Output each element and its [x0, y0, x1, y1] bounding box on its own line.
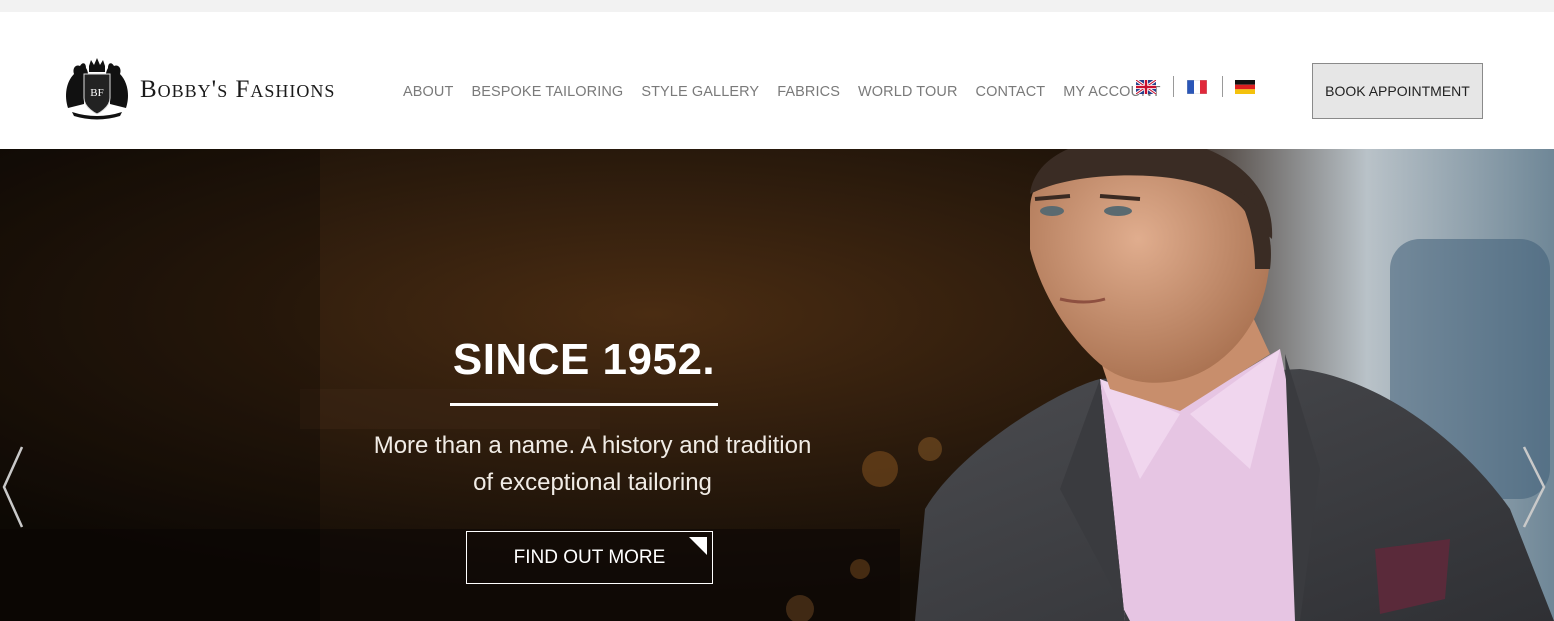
hero-subtitle: More than a name. A history and traditio…: [340, 427, 845, 501]
find-out-more-button[interactable]: FIND OUT MORE: [466, 531, 713, 584]
hero-slider: SINCE 1952. More than a name. A history …: [0, 149, 1554, 621]
nav-item-fabrics[interactable]: FABRICS: [777, 84, 840, 100]
nav-item-about[interactable]: ABOUT: [403, 84, 453, 100]
language-switcher: [1136, 76, 1255, 97]
nav-item-world-tour[interactable]: WORLD TOUR: [858, 84, 958, 100]
hero-title: SINCE 1952.: [452, 335, 716, 384]
nav-item-contact[interactable]: CONTACT: [976, 84, 1046, 100]
chevron-right-icon[interactable]: [1520, 445, 1550, 529]
corner-accent-icon: [689, 537, 707, 555]
chevron-left-icon[interactable]: [0, 445, 30, 529]
nav-item-bespoke-tailoring[interactable]: BESPOKE TAILORING: [471, 84, 623, 100]
hero-subtitle-line-1: More than a name. A history and traditio…: [373, 432, 812, 459]
site-header: BF Bobby's Fashions ABOUT BESPOKE TAILOR…: [0, 12, 1554, 149]
crest-icon: BF: [66, 58, 128, 120]
flag-divider: [1222, 76, 1223, 97]
flag-divider: [1173, 76, 1174, 97]
germany-flag-icon[interactable]: [1235, 79, 1255, 94]
brand-name: Bobby's Fashions: [140, 76, 336, 103]
top-strip: [0, 0, 1554, 12]
find-out-more-label: FIND OUT MORE: [513, 546, 666, 568]
hero-subtitle-line-2: of exceptional tailoring: [473, 469, 712, 496]
uk-flag-icon[interactable]: [1136, 79, 1156, 94]
main-nav: ABOUT BESPOKE TAILORING STYLE GALLERY FA…: [403, 84, 1179, 100]
brand-logo[interactable]: BF Bobby's Fashions: [62, 56, 335, 120]
crest-initials: BF: [90, 87, 103, 99]
book-appointment-button[interactable]: BOOK APPOINTMENT: [1312, 63, 1483, 119]
hero-divider: [450, 403, 718, 406]
france-flag-icon[interactable]: [1187, 79, 1207, 94]
hero-background-image: [0, 149, 1554, 621]
nav-item-style-gallery[interactable]: STYLE GALLERY: [641, 84, 759, 100]
